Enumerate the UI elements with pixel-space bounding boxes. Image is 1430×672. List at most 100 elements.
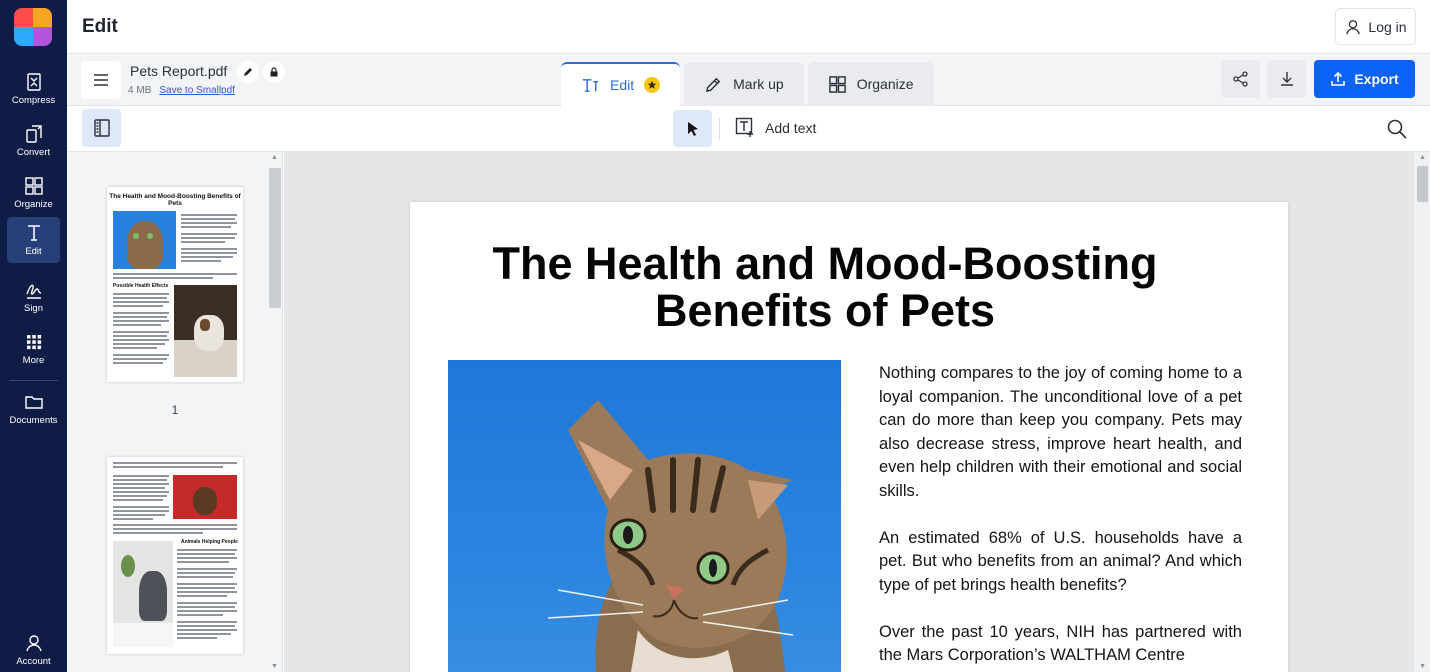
tab-mark-up[interactable]: Mark up: [684, 62, 804, 106]
sidebar-item-label: Organize: [14, 199, 53, 210]
lock-button[interactable]: [263, 61, 285, 83]
page-thumbnails-panel: The Health and Mood-Boosting Benefits of…: [67, 152, 283, 672]
edit-toolbar: Add text: [67, 106, 1430, 152]
star-icon: [648, 80, 657, 89]
search-icon[interactable]: [1386, 118, 1408, 140]
login-label: Log in: [1368, 18, 1407, 35]
thumbnail-scrollbar-thumb[interactable]: [269, 168, 281, 308]
document-body[interactable]: Nothing compares to the joy of coming ho…: [879, 362, 1242, 672]
toolbar-divider: [719, 118, 720, 140]
scroll-up-arrow-icon[interactable]: ▲: [271, 154, 278, 161]
share-icon: [1232, 71, 1248, 87]
scroll-up-arrow-icon[interactable]: ▲: [1419, 154, 1426, 161]
body-paragraph[interactable]: An estimated 68% of U.S. households have…: [879, 527, 1242, 598]
sidebar-item-edit[interactable]: Edit: [7, 217, 60, 263]
file-name[interactable]: Pets Report.pdf: [130, 63, 227, 79]
sidebar-item-label: Account: [16, 656, 51, 667]
tab-label: Edit: [610, 77, 635, 93]
thumbnail-title: The Health and Mood-Boosting Benefits of…: [109, 193, 241, 207]
sidebar-item-compress[interactable]: Compress: [7, 66, 60, 112]
login-button[interactable]: Log in: [1335, 8, 1416, 45]
pdf-page[interactable]: The Health and Mood-Boosting Benefits of…: [410, 202, 1288, 672]
hamburger-icon: [94, 74, 108, 86]
sidebar-item-sign[interactable]: Sign: [7, 274, 60, 320]
sidebar-divider: [9, 380, 58, 381]
download-icon: [1280, 72, 1293, 86]
compress-icon: [26, 73, 41, 91]
share-button[interactable]: [1221, 60, 1260, 98]
thumbnail-cat-image: [113, 211, 176, 269]
sidebar-item-documents[interactable]: Documents: [7, 386, 60, 432]
download-button[interactable]: [1267, 60, 1306, 98]
scroll-down-arrow-icon[interactable]: ▼: [271, 663, 278, 670]
export-label: Export: [1354, 71, 1399, 87]
document-scrollbar-thumb[interactable]: [1417, 166, 1428, 202]
document-title-line-1: The Health and Mood-Boosting: [492, 238, 1158, 289]
folder-icon: [24, 396, 43, 409]
rename-button[interactable]: [237, 61, 259, 83]
select-tool-button[interactable]: [673, 110, 712, 147]
page-thumbnail-2[interactable]: Animals Helping People: [107, 457, 243, 654]
sidebar-item-label: More: [22, 355, 45, 366]
top-header: Edit Log in: [67, 0, 1430, 54]
sidebar-item-label: Documents: [9, 415, 58, 426]
page-title: Edit: [82, 16, 118, 37]
cat-photo[interactable]: [448, 360, 841, 672]
edit-text-icon: [582, 78, 599, 92]
cat-illustration: [547, 400, 794, 672]
cursor-arrow-icon: [687, 121, 698, 136]
app-sidebar: Compress Convert Organize Edit Sign More…: [0, 0, 67, 672]
sidebar-item-organize[interactable]: Organize: [7, 170, 60, 216]
premium-badge: [644, 77, 661, 93]
sidebar-panel-icon: [93, 119, 110, 137]
organize-icon: [828, 75, 846, 93]
smallpdf-logo[interactable]: [14, 8, 52, 46]
thumbnail-dog-image: [174, 285, 237, 377]
sidebar-item-label: Sign: [23, 303, 43, 314]
thumbnail-gray-cat-image: [113, 541, 173, 647]
organize-icon: [24, 177, 43, 195]
sign-icon: [25, 284, 41, 299]
pencil-icon: [705, 77, 721, 92]
file-size: 4 MB: [128, 85, 152, 96]
thumbnail-red-image: [173, 475, 237, 519]
add-text-button[interactable]: Add text: [735, 117, 816, 138]
tab-edit[interactable]: Edit: [561, 62, 681, 106]
document-title-line-2: Benefits of Pets: [654, 285, 996, 336]
file-bar: Pets Report.pdf 4 MB Save to Smallpdf Edi…: [67, 54, 1430, 106]
document-canvas: The Health and Mood-Boosting Benefits of…: [284, 152, 1430, 672]
body-paragraph[interactable]: Over the past 10 years, NIH has partnere…: [879, 621, 1242, 668]
file-meta: 4 MB Save to Smallpdf: [128, 85, 235, 96]
user-icon: [1346, 19, 1361, 34]
scroll-down-arrow-icon[interactable]: ▼: [1419, 663, 1426, 670]
edit-text-icon: [27, 225, 40, 241]
sidebar-item-more[interactable]: More: [7, 326, 60, 372]
upload-icon: [1331, 71, 1346, 86]
account-icon: [25, 635, 42, 652]
sidebar-item-convert[interactable]: Convert: [7, 118, 60, 164]
thumbnail-subheading: Animals Helping People: [181, 539, 238, 545]
mode-tabs: Edit Mark up Organize: [561, 62, 934, 106]
thumbnail-panel-toggle[interactable]: [82, 109, 121, 147]
page-thumbnail-1[interactable]: The Health and Mood-Boosting Benefits of…: [107, 187, 243, 382]
sidebar-item-label: Edit: [25, 246, 42, 257]
thumbnail-subheading: Possible Health Effects: [113, 283, 169, 289]
tab-organize[interactable]: Organize: [807, 62, 934, 106]
body-paragraph[interactable]: Nothing compares to the joy of coming ho…: [879, 362, 1242, 503]
sidebar-item-account[interactable]: Account: [7, 628, 60, 672]
pencil-icon: [244, 68, 252, 76]
sidebar-item-label: Compress: [11, 95, 56, 106]
document-title[interactable]: The Health and Mood-Boosting Benefits of…: [410, 240, 1240, 334]
menu-button[interactable]: [81, 61, 121, 99]
tab-label: Mark up: [733, 76, 784, 92]
export-button[interactable]: Export: [1314, 60, 1415, 98]
convert-icon: [25, 125, 42, 143]
document-scrollbar[interactable]: [1414, 152, 1430, 672]
add-text-icon: [735, 117, 753, 137]
sidebar-item-label: Convert: [16, 147, 51, 158]
save-to-smallpdf-link[interactable]: Save to Smallpdf: [159, 85, 235, 96]
lock-icon: [270, 67, 278, 77]
grid-dots-icon: [26, 335, 41, 350]
tab-label: Organize: [856, 76, 914, 92]
thumbnail-page-number: 1: [171, 403, 179, 417]
